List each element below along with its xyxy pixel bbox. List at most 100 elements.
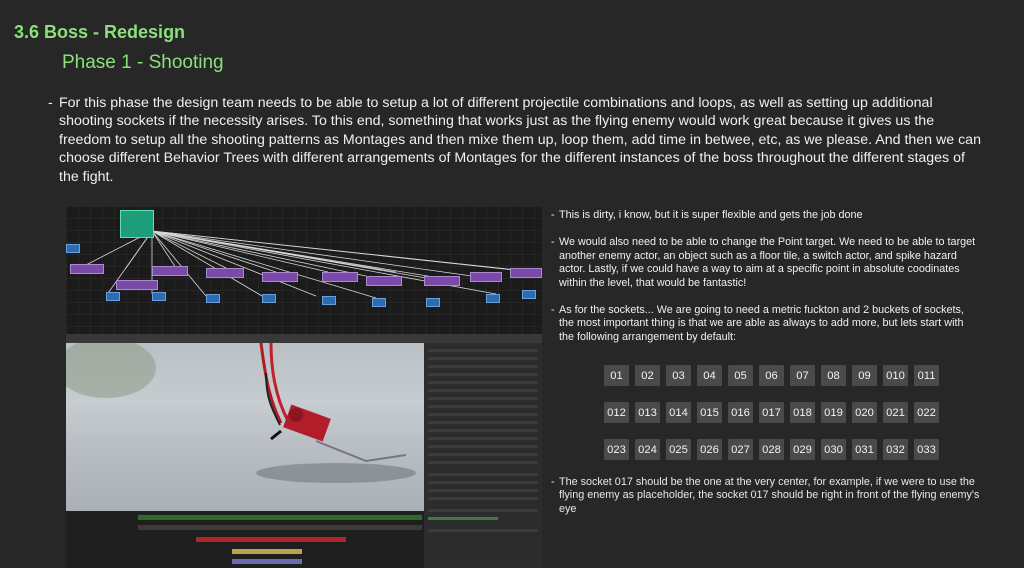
graph-node xyxy=(522,290,536,299)
graph-node xyxy=(510,268,542,278)
notes-list: This is dirty, i know, but it is super f… xyxy=(551,209,981,358)
graph-node xyxy=(322,272,358,282)
socket-cell: 030 xyxy=(821,439,846,460)
socket-cell: 023 xyxy=(604,439,629,460)
socket-cell: 03 xyxy=(666,365,691,386)
socket-cell: 09 xyxy=(852,365,877,386)
details-row xyxy=(428,453,538,456)
details-row xyxy=(428,405,538,408)
details-row xyxy=(428,397,538,400)
details-row xyxy=(428,413,538,416)
socket-cell: 017 xyxy=(759,402,784,423)
socket-cell: 031 xyxy=(852,439,877,460)
details-row xyxy=(428,497,538,500)
socket-row: 01 02 03 04 05 06 07 08 09 010 011 xyxy=(604,365,939,386)
graph-node xyxy=(70,264,104,274)
graph-node xyxy=(152,266,188,276)
socket-row: 012 013 014 015 016 017 018 019 020 021 … xyxy=(604,402,939,423)
socket-cell: 029 xyxy=(790,439,815,460)
graph-node xyxy=(424,276,460,286)
socket-cell: 015 xyxy=(697,402,722,423)
details-row xyxy=(428,365,538,368)
details-row xyxy=(428,349,538,352)
details-row xyxy=(428,421,538,424)
socket-cell: 07 xyxy=(790,365,815,386)
graph-node xyxy=(262,272,298,282)
socket-cell: 024 xyxy=(635,439,660,460)
socket-cell: 012 xyxy=(604,402,629,423)
details-row xyxy=(428,445,538,448)
editor-toolbar xyxy=(66,334,542,343)
details-row xyxy=(428,461,538,464)
socket-cell: 013 xyxy=(635,402,660,423)
socket-cell: 019 xyxy=(821,402,846,423)
graph-node xyxy=(486,294,500,303)
details-row xyxy=(428,373,538,376)
graph-node xyxy=(322,296,336,305)
note-item: We would also need to be able to change … xyxy=(551,236,981,290)
graph-node xyxy=(366,276,402,286)
graph-node xyxy=(426,298,440,307)
socket-grid: 01 02 03 04 05 06 07 08 09 010 011 012 0… xyxy=(604,365,939,476)
timeline-notifies xyxy=(232,549,302,554)
socket-cell: 020 xyxy=(852,402,877,423)
socket-cell: 04 xyxy=(697,365,722,386)
graph-node xyxy=(206,294,220,303)
graph-node xyxy=(372,298,386,307)
socket-cell: 032 xyxy=(883,439,908,460)
viewport-scene xyxy=(66,343,416,483)
socket-cell: 06 xyxy=(759,365,784,386)
details-row xyxy=(428,529,538,532)
details-row xyxy=(428,381,538,384)
timeline-notifies xyxy=(232,559,302,564)
montage-timeline xyxy=(66,511,424,568)
note-item: As for the sockets... We are going to ne… xyxy=(551,304,981,344)
socket-cell: 05 xyxy=(728,365,753,386)
intro-dash: - xyxy=(48,95,53,111)
phase-subtitle: Phase 1 - Shooting xyxy=(62,52,224,73)
details-row xyxy=(428,509,538,512)
timeline-track xyxy=(138,525,422,530)
timeline-notifies xyxy=(196,537,346,542)
socket-cell: 028 xyxy=(759,439,784,460)
socket-cell: 01 xyxy=(604,365,629,386)
details-row xyxy=(428,517,498,520)
socket-cell: 08 xyxy=(821,365,846,386)
details-row xyxy=(428,389,538,392)
socket-cell: 021 xyxy=(883,402,908,423)
main-node xyxy=(120,210,154,238)
details-panel xyxy=(424,343,542,568)
graph-node xyxy=(106,292,120,301)
graph-node xyxy=(206,268,244,278)
socket-cell: 010 xyxy=(883,365,908,386)
socket-cell: 018 xyxy=(790,402,815,423)
final-note: The socket 017 should be the one at the … xyxy=(551,476,989,516)
intro-paragraph: - For this phase the design team needs t… xyxy=(48,94,988,186)
socket-cell: 022 xyxy=(914,402,939,423)
graph-node xyxy=(470,272,502,282)
graph-node xyxy=(66,244,80,253)
editor-viewport xyxy=(66,343,424,511)
details-row xyxy=(428,489,538,492)
socket-cell: 033 xyxy=(914,439,939,460)
blueprint-graph-screenshot xyxy=(66,206,542,334)
section-title: 3.6 Boss - Redesign xyxy=(14,22,186,42)
details-row xyxy=(428,481,538,484)
socket-cell: 014 xyxy=(666,402,691,423)
graph-node xyxy=(262,294,276,303)
graph-node xyxy=(152,292,166,301)
details-row xyxy=(428,429,538,432)
socket-cell: 026 xyxy=(697,439,722,460)
details-row xyxy=(428,437,538,440)
socket-cell: 027 xyxy=(728,439,753,460)
graph-node xyxy=(116,280,158,290)
note-item: This is dirty, i know, but it is super f… xyxy=(551,209,981,223)
socket-cell: 02 xyxy=(635,365,660,386)
intro-text: For this phase the design team needs to … xyxy=(59,95,981,185)
timeline-track xyxy=(138,515,422,520)
socket-cell: 016 xyxy=(728,402,753,423)
details-row xyxy=(428,357,538,360)
socket-row: 023 024 025 026 027 028 029 030 031 032 … xyxy=(604,439,939,460)
socket-cell: 025 xyxy=(666,439,691,460)
details-row xyxy=(428,473,538,476)
